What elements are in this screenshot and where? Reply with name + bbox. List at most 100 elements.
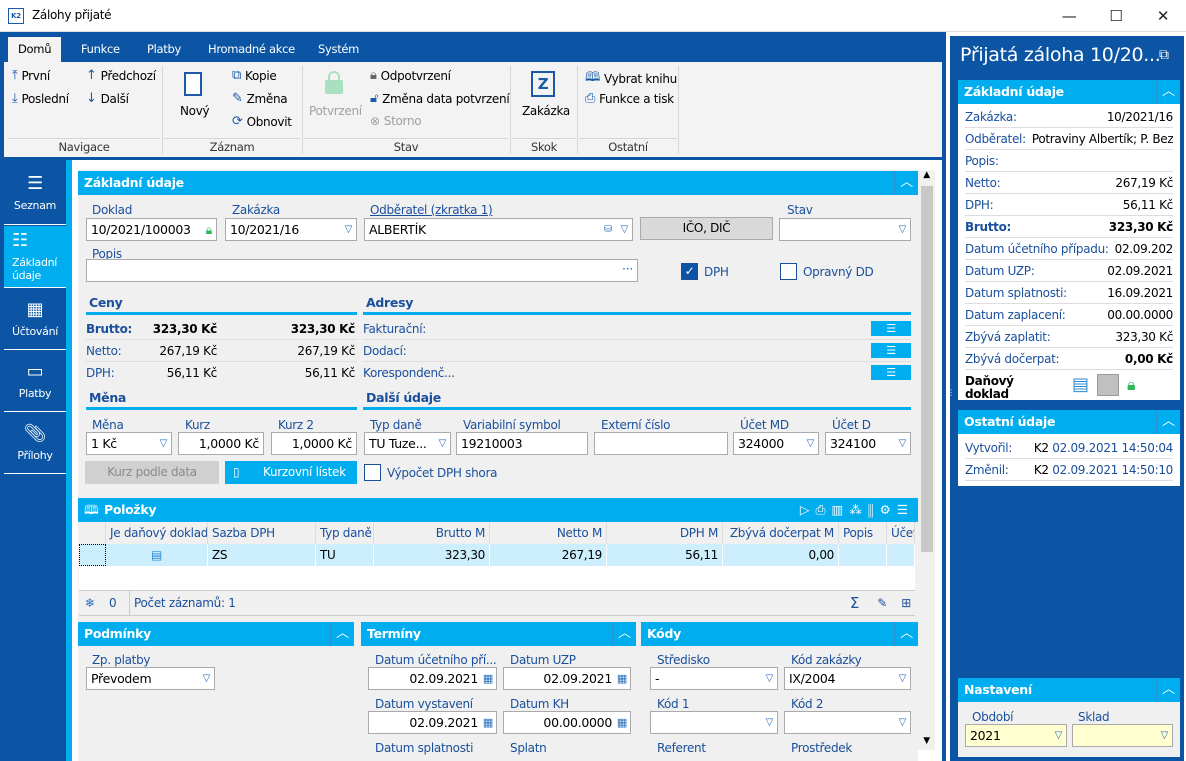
row-selector[interactable]	[79, 544, 106, 566]
kurz2-field[interactable]: 1,0000 Kč	[271, 432, 357, 455]
nav-item-uctovani[interactable]: ▦ Účtování	[4, 289, 66, 350]
zakazka-field[interactable]: 10/2021/16 ▽	[225, 218, 357, 241]
ucet-md-field[interactable]: 324000 ▽	[733, 432, 819, 455]
dropdown-icon[interactable]: ▽	[1055, 725, 1063, 746]
minimize-button[interactable]: —	[1046, 0, 1092, 32]
print-button[interactable]: ⎙ Funkce a tisk	[585, 91, 674, 106]
datum-uzp-field[interactable]: 02.09.2021 ▦	[503, 667, 631, 690]
select-book-button[interactable]: 🕮 Vybrat knihu	[585, 68, 677, 90]
column-header-zbyva-docerpat-m[interactable]: Zbývá dočerpat M	[723, 522, 839, 544]
typ-dane-field[interactable]: TU Tuze... ▽	[364, 432, 451, 455]
order-jump-button[interactable]: Zakázka	[522, 104, 570, 118]
datum-ucetniho-field[interactable]: 02.09.2021 ▦	[368, 667, 497, 690]
confirm-button[interactable]: Potvrzení	[309, 104, 362, 118]
column-header-typ-dane[interactable]: Typ daně	[316, 522, 374, 544]
tab-funkce[interactable]: Funkce	[71, 37, 130, 62]
snowflake-icon[interactable]: ❄	[85, 591, 95, 615]
calendar-icon[interactable]: ▦	[483, 668, 493, 689]
calendar-icon[interactable]: ▦	[483, 712, 493, 733]
column-header-popis[interactable]: Popis	[839, 522, 887, 544]
dropdown-icon[interactable]: ▽	[766, 668, 774, 689]
collapse-icon[interactable]: ︿	[894, 622, 918, 646]
kod-zakazky-field[interactable]: IX/2004 ▽	[784, 667, 911, 690]
previous-button[interactable]: ↑ Předchozí	[86, 68, 156, 83]
storno-button[interactable]: ⊗ Storno	[370, 114, 422, 128]
popis-field[interactable]: ···	[86, 259, 638, 282]
edit-icon[interactable]: ✎	[877, 591, 887, 615]
tab-platby[interactable]: Platby	[137, 37, 191, 62]
tab-system[interactable]: Systém	[308, 37, 369, 62]
more-button[interactable]: ···	[622, 260, 633, 279]
odberatel-field[interactable]: ALBERTÍK ⛁ ▽	[364, 218, 633, 241]
nav-item-platby[interactable]: ▭ Platby	[4, 351, 66, 412]
next-button[interactable]: ↓ Další	[86, 91, 129, 106]
menu-button[interactable]: ☰	[871, 343, 911, 358]
collapse-icon[interactable]: ︿	[1156, 80, 1180, 104]
new-button[interactable]: Nový	[180, 104, 210, 118]
dropdown-icon[interactable]: ▽	[807, 433, 815, 454]
settings-icon[interactable]: ⚙	[880, 502, 897, 517]
datum-vystaveni-field[interactable]: 02.09.2021 ▦	[368, 711, 497, 734]
doklad-field[interactable]: 10/2021/100003 🔒︎	[86, 218, 217, 241]
collapse-icon[interactable]: ︿	[612, 622, 636, 646]
scroll-down-icon[interactable]: ▼	[918, 736, 935, 750]
dropdown-icon[interactable]: ▽	[439, 433, 447, 454]
tab-hromadne-akce[interactable]: Hromadné akce	[198, 37, 305, 62]
dropdown-icon[interactable]: ▽	[899, 668, 907, 689]
column-header-brutto-m[interactable]: Brutto M	[374, 522, 490, 544]
maximize-button[interactable]: ☐	[1093, 0, 1139, 32]
ico-dic-button[interactable]: IČO, DIČ	[640, 217, 773, 240]
menu-icon[interactable]: ☰	[897, 502, 914, 517]
nav-item-zakladni-udaje[interactable]: ☷ Základní údaje	[4, 226, 66, 288]
sklad-field[interactable]: ▽	[1072, 724, 1173, 747]
kurz-field[interactable]: 1,0000 Kč	[178, 432, 264, 455]
first-button[interactable]: ⤒ První	[12, 68, 50, 83]
sum-icon[interactable]: Σ	[850, 591, 859, 615]
kurzovni-listek-button[interactable]: ▯ Kurzovní lístek	[225, 461, 357, 484]
play-icon[interactable]: ▷	[800, 502, 816, 517]
splitter-handle[interactable]: ⋮	[947, 389, 955, 410]
vypocet-dph-checkbox[interactable]	[364, 464, 381, 481]
printer-icon[interactable]: ⎙	[816, 502, 832, 517]
zp-platby-field[interactable]: Převodem ▽	[86, 667, 215, 690]
dropdown-icon[interactable]: ▽	[899, 712, 907, 733]
column-header-sazba-dph[interactable]: Sazba DPH	[208, 522, 316, 544]
refresh-button[interactable]: ⟳ Obnovit	[232, 114, 292, 129]
obdobi-field[interactable]: 2021 ▽	[965, 724, 1067, 747]
dropdown-icon[interactable]: ▽	[160, 433, 168, 454]
ext-field[interactable]	[594, 432, 728, 455]
column-header-dph-m[interactable]: DPH M	[607, 522, 723, 544]
collapse-icon[interactable]: ︿	[1156, 678, 1180, 702]
stredisko-field[interactable]: - ▽	[650, 667, 778, 690]
vertical-scrollbar[interactable]: ▲ ▼	[918, 170, 935, 750]
dropdown-icon[interactable]: ▽	[203, 668, 211, 689]
collapse-icon[interactable]: ︿	[330, 622, 354, 646]
last-button[interactable]: ⤓ Poslední	[12, 91, 69, 106]
chart-icon[interactable]: ▥	[832, 502, 850, 517]
dropdown-icon[interactable]: ▽	[766, 712, 774, 733]
columns-icon[interactable]: ⫼	[868, 502, 880, 517]
dropdown-icon[interactable]: ▽	[899, 219, 907, 240]
nav-item-seznam[interactable]: ☰ Seznam	[4, 162, 66, 225]
calendar-icon[interactable]: ▦	[617, 668, 627, 689]
dph-checkbox[interactable]: ✓	[681, 263, 698, 280]
database-icon[interactable]: ⛁	[604, 219, 612, 240]
collapse-icon[interactable]: ︿	[1156, 410, 1180, 434]
collapse-icon[interactable]: ︿	[894, 171, 918, 195]
column-header-netto-m[interactable]: Netto M	[490, 522, 607, 544]
close-button[interactable]: ✕	[1140, 0, 1186, 32]
mena-field[interactable]: 1 Kč ▽	[86, 432, 172, 455]
ucet-d-field[interactable]: 324100 ▽	[825, 432, 911, 455]
unconfirm-button[interactable]: 🔒︎ Odpotvrzení	[370, 68, 451, 83]
scroll-up-icon[interactable]: ▲	[918, 170, 935, 184]
kod1-field[interactable]: ▽	[650, 711, 778, 734]
dropdown-icon[interactable]: ▽	[899, 433, 907, 454]
dropdown-icon[interactable]: ▽	[621, 219, 629, 240]
tab-domu[interactable]: Domů	[8, 37, 62, 62]
scrollbar-thumb[interactable]	[921, 186, 933, 552]
change-confirm-date-button[interactable]: 🔓︎ Změna data potvrzení	[370, 91, 510, 106]
add-record-icon[interactable]: ⊞	[901, 591, 911, 615]
vs-field[interactable]: 19210003	[456, 432, 588, 455]
datum-kh-field[interactable]: 00.00.0000 ▦	[503, 711, 631, 734]
change-button[interactable]: ✎ Změna	[232, 91, 288, 106]
